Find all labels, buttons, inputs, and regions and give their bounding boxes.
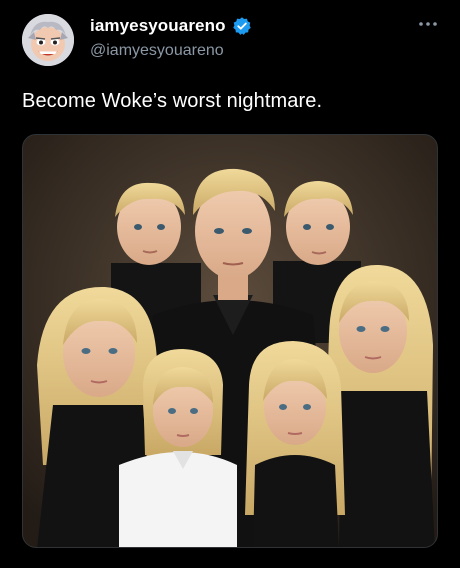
author-handle[interactable]: @iamyesyouareno [90,42,224,60]
tweet-text: Become Woke’s worst nightmare. [22,90,323,112]
display-name[interactable]: iamyesyouareno [90,16,226,36]
more-options-button[interactable] [416,14,440,34]
avatar-image [22,14,74,66]
tweet-card: iamyesyouareno @iamyesyouareno Become Wo… [0,0,460,568]
author-name-row: iamyesyouareno [90,16,252,36]
family-portrait-image [23,135,437,547]
small-girl-black [245,341,345,547]
avatar[interactable] [22,14,74,66]
verified-badge-icon [232,17,251,35]
more-horizontal-icon [419,22,437,26]
tweet-media-image[interactable] [22,134,438,548]
